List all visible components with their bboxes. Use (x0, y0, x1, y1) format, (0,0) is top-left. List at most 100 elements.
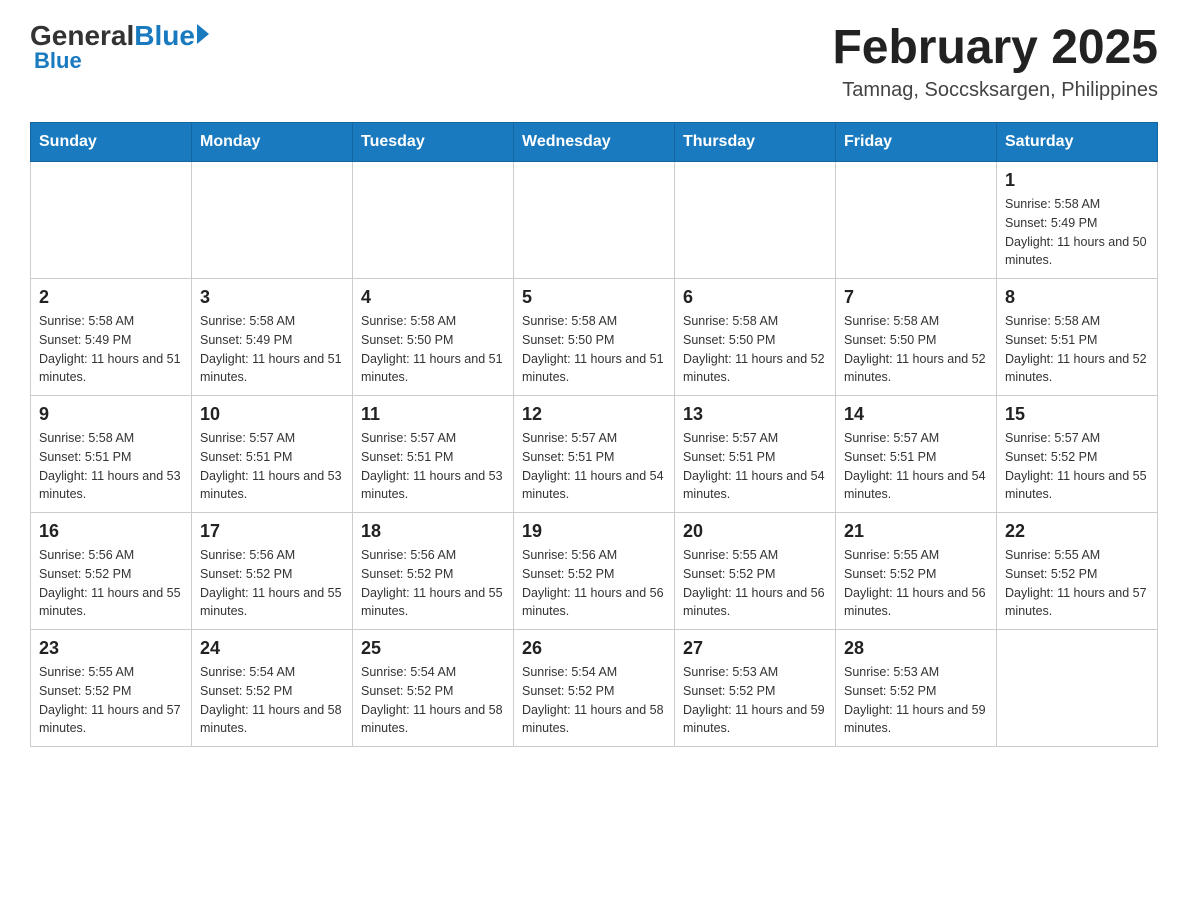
day-number: 1 (1005, 170, 1149, 191)
day-info: Sunrise: 5:58 AMSunset: 5:49 PMDaylight:… (39, 312, 183, 387)
day-number: 21 (844, 521, 988, 542)
table-row: 14 Sunrise: 5:57 AMSunset: 5:51 PMDayligh… (836, 396, 997, 513)
header-tuesday: Tuesday (353, 123, 514, 162)
header-sunday: Sunday (31, 123, 192, 162)
calendar-week-row: 9Sunrise: 5:58 AMSunset: 5:51 PMDaylight… (31, 396, 1158, 513)
table-row: 5 Sunrise: 5:58 AMSunset: 5:50 PMDaylight… (514, 279, 675, 396)
day-number: 19 (522, 521, 666, 542)
table-row: 22Sunrise: 5:55 AMSunset: 5:52 PMDayligh… (997, 513, 1158, 630)
table-row: 8 Sunrise: 5:58 AMSunset: 5:51 PMDaylight… (997, 279, 1158, 396)
day-number: 18 (361, 521, 505, 542)
day-info: Sunrise: 5:56 AMSunset: 5:52 PMDaylight:… (361, 546, 505, 621)
day-info: Sunrise: 5:56 AMSunset: 5:52 PMDaylight:… (522, 546, 666, 621)
day-info: Sunrise: 5:58 AMSunset: 5:50 PMDaylight:… (361, 312, 505, 387)
day-number: 4 (361, 287, 505, 308)
table-row (997, 630, 1158, 747)
table-row: 1 Sunrise: 5:58 AMSunset: 5:49 PMDaylight… (997, 162, 1158, 279)
day-number: 17 (200, 521, 344, 542)
day-info: Sunrise: 5:55 AMSunset: 5:52 PMDaylight:… (683, 546, 827, 621)
day-number: 10 (200, 404, 344, 425)
calendar-week-row: 16 Sunrise: 5:56 AMSunset: 5:52 PMDayligh… (31, 513, 1158, 630)
table-row: 7 Sunrise: 5:58 AMSunset: 5:50 PMDaylight… (836, 279, 997, 396)
table-row: 13 Sunrise: 5:57 AMSunset: 5:51 PMDayligh… (675, 396, 836, 513)
day-number: 9 (39, 404, 183, 425)
header-wednesday: Wednesday (514, 123, 675, 162)
table-row: 16 Sunrise: 5:56 AMSunset: 5:52 PMDayligh… (31, 513, 192, 630)
day-info: Sunrise: 5:58 AMSunset: 5:49 PMDaylight:… (1005, 195, 1149, 270)
day-info: Sunrise: 5:57 AMSunset: 5:51 PMDaylight:… (844, 429, 988, 504)
calendar-week-row: 1 Sunrise: 5:58 AMSunset: 5:49 PMDaylight… (31, 162, 1158, 279)
day-number: 3 (200, 287, 344, 308)
calendar-week-row: 23 Sunrise: 5:55 AMSunset: 5:52 PMDayligh… (31, 630, 1158, 747)
day-info: Sunrise: 5:57 AMSunset: 5:51 PMDaylight:… (683, 429, 827, 504)
table-row: 19 Sunrise: 5:56 AMSunset: 5:52 PMDayligh… (514, 513, 675, 630)
day-info: Sunrise: 5:58 AMSunset: 5:50 PMDaylight:… (522, 312, 666, 387)
logo: General Blue Blue (30, 20, 209, 74)
day-number: 11 (361, 404, 505, 425)
day-number: 12 (522, 404, 666, 425)
day-info: Sunrise: 5:57 AMSunset: 5:51 PMDaylight:… (522, 429, 666, 504)
table-row: 6Sunrise: 5:58 AMSunset: 5:50 PMDaylight… (675, 279, 836, 396)
table-row: 11 Sunrise: 5:57 AMSunset: 5:51 PMDayligh… (353, 396, 514, 513)
day-number: 8 (1005, 287, 1149, 308)
day-info: Sunrise: 5:55 AMSunset: 5:52 PMDaylight:… (844, 546, 988, 621)
day-info: Sunrise: 5:56 AMSunset: 5:52 PMDaylight:… (39, 546, 183, 621)
header-friday: Friday (836, 123, 997, 162)
day-info: Sunrise: 5:57 AMSunset: 5:52 PMDaylight:… (1005, 429, 1149, 504)
day-number: 2 (39, 287, 183, 308)
table-row: 2 Sunrise: 5:58 AMSunset: 5:49 PMDaylight… (31, 279, 192, 396)
day-number: 23 (39, 638, 183, 659)
calendar-week-row: 2 Sunrise: 5:58 AMSunset: 5:49 PMDaylight… (31, 279, 1158, 396)
day-number: 15 (1005, 404, 1149, 425)
day-number: 28 (844, 638, 988, 659)
logo-sub: Blue (34, 48, 82, 74)
table-row: 23 Sunrise: 5:55 AMSunset: 5:52 PMDayligh… (31, 630, 192, 747)
day-info: Sunrise: 5:55 AMSunset: 5:52 PMDaylight:… (39, 663, 183, 738)
day-number: 16 (39, 521, 183, 542)
table-row (514, 162, 675, 279)
day-info: Sunrise: 5:56 AMSunset: 5:52 PMDaylight:… (200, 546, 344, 621)
day-info: Sunrise: 5:53 AMSunset: 5:52 PMDaylight:… (844, 663, 988, 738)
header-monday: Monday (192, 123, 353, 162)
day-info: Sunrise: 5:54 AMSunset: 5:52 PMDaylight:… (200, 663, 344, 738)
day-info: Sunrise: 5:58 AMSunset: 5:50 PMDaylight:… (683, 312, 827, 387)
day-number: 26 (522, 638, 666, 659)
day-number: 25 (361, 638, 505, 659)
table-row: 18 Sunrise: 5:56 AMSunset: 5:52 PMDayligh… (353, 513, 514, 630)
table-row: 9Sunrise: 5:58 AMSunset: 5:51 PMDaylight… (31, 396, 192, 513)
day-info: Sunrise: 5:53 AMSunset: 5:52 PMDaylight:… (683, 663, 827, 738)
table-row: 20 Sunrise: 5:55 AMSunset: 5:52 PMDayligh… (675, 513, 836, 630)
day-number: 22 (1005, 521, 1149, 542)
table-row (836, 162, 997, 279)
header-saturday: Saturday (997, 123, 1158, 162)
day-number: 14 (844, 404, 988, 425)
table-row (192, 162, 353, 279)
day-info: Sunrise: 5:58 AMSunset: 5:50 PMDaylight:… (844, 312, 988, 387)
table-row (353, 162, 514, 279)
table-row: 4 Sunrise: 5:58 AMSunset: 5:50 PMDaylight… (353, 279, 514, 396)
day-info: Sunrise: 5:57 AMSunset: 5:51 PMDaylight:… (361, 429, 505, 504)
day-number: 13 (683, 404, 827, 425)
table-row (31, 162, 192, 279)
header-thursday: Thursday (675, 123, 836, 162)
table-row: 28 Sunrise: 5:53 AMSunset: 5:52 PMDayligh… (836, 630, 997, 747)
day-info: Sunrise: 5:58 AMSunset: 5:51 PMDaylight:… (1005, 312, 1149, 387)
calendar-subtitle: Tamnag, Soccsksargen, Philippines (832, 79, 1158, 102)
table-row: 26Sunrise: 5:54 AMSunset: 5:52 PMDayligh… (514, 630, 675, 747)
day-number: 5 (522, 287, 666, 308)
table-row: 15 Sunrise: 5:57 AMSunset: 5:52 PMDayligh… (997, 396, 1158, 513)
table-row: 12 Sunrise: 5:57 AMSunset: 5:51 PMDayligh… (514, 396, 675, 513)
day-number: 27 (683, 638, 827, 659)
calendar-header-row: Sunday Monday Tuesday Wednesday Thursday… (31, 123, 1158, 162)
logo-arrow-icon (197, 24, 209, 44)
day-number: 7 (844, 287, 988, 308)
table-row (675, 162, 836, 279)
table-row: 3Sunrise: 5:58 AMSunset: 5:49 PMDaylight… (192, 279, 353, 396)
day-number: 20 (683, 521, 827, 542)
day-number: 24 (200, 638, 344, 659)
table-row: 27 Sunrise: 5:53 AMSunset: 5:52 PMDayligh… (675, 630, 836, 747)
table-row: 17 Sunrise: 5:56 AMSunset: 5:52 PMDayligh… (192, 513, 353, 630)
table-row: 10Sunrise: 5:57 AMSunset: 5:51 PMDayligh… (192, 396, 353, 513)
table-row: 24 Sunrise: 5:54 AMSunset: 5:52 PMDayligh… (192, 630, 353, 747)
table-row: 21 Sunrise: 5:55 AMSunset: 5:52 PMDayligh… (836, 513, 997, 630)
